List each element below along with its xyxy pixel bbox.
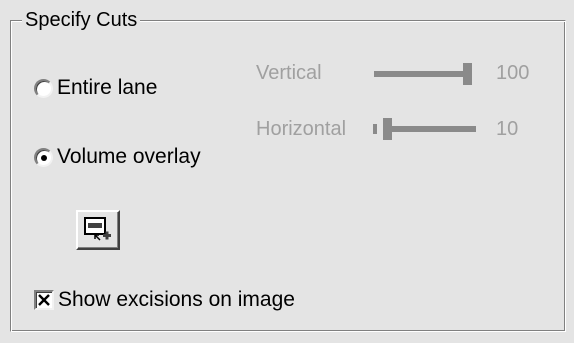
horizontal-slider-thumb[interactable] <box>383 118 392 140</box>
horizontal-slider-min-tick <box>373 124 377 134</box>
vertical-slider-track[interactable] <box>374 71 466 77</box>
entire-lane-label: Entire lane <box>57 76 158 99</box>
groupbox-title: Specify Cuts <box>22 9 141 31</box>
volume-overlay-label: Volume overlay <box>57 145 201 168</box>
add-cut-button[interactable] <box>76 210 120 250</box>
horizontal-slider-label: Horizontal <box>256 118 347 140</box>
show-excisions-label: Show excisions on image <box>58 288 295 311</box>
vertical-slider-label: Vertical <box>256 62 322 84</box>
add-cut-icon <box>84 217 111 241</box>
specify-cuts-panel: Specify Cuts Entire lane Volume overlay … <box>0 0 574 343</box>
vertical-slider-thumb[interactable] <box>463 63 472 85</box>
entire-lane-radio[interactable] <box>34 78 53 98</box>
vertical-slider-value: 100 <box>496 62 530 84</box>
entire-lane-radio-option[interactable]: Entire lane <box>34 76 157 100</box>
show-excisions-option[interactable]: Show excisions on image <box>34 288 295 312</box>
volume-overlay-radio-option[interactable]: Volume overlay <box>34 145 201 169</box>
horizontal-slider-track[interactable] <box>392 126 476 132</box>
volume-overlay-radio[interactable] <box>34 147 53 167</box>
checkmark-x-icon <box>38 294 50 306</box>
show-excisions-checkbox[interactable] <box>34 290 54 310</box>
horizontal-slider-value: 10 <box>496 118 519 140</box>
